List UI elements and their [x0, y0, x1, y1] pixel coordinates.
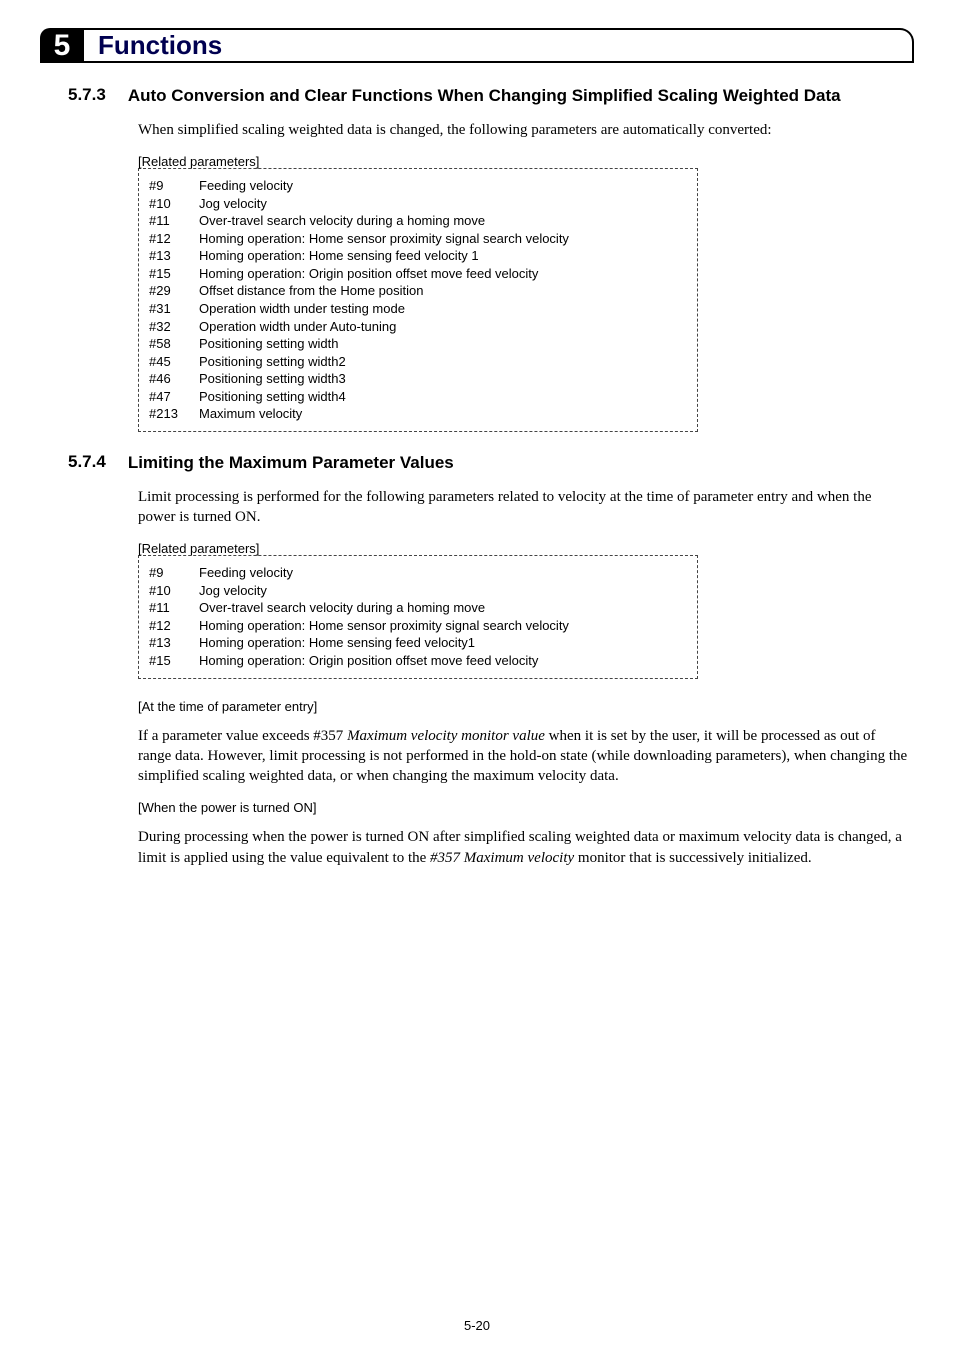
param-id: #58	[149, 335, 199, 353]
section-574-body: Limit processing is performed for the fo…	[138, 487, 908, 528]
param-desc: Feeding velocity	[199, 177, 687, 195]
param-row: #9Feeding velocity	[149, 177, 687, 195]
param-id: #10	[149, 195, 199, 213]
sub1-body: If a parameter value exceeds #357 Maximu…	[138, 726, 908, 787]
sub1-label: [At the time of parameter entry]	[138, 699, 914, 714]
param-desc: Homing operation: Origin position offset…	[199, 652, 687, 670]
param-row: #11Over-travel search velocity during a …	[149, 212, 687, 230]
related-params-label: [Related parameters]	[138, 154, 914, 169]
section-number: 5.7.3	[68, 85, 106, 108]
sub1-body-em: Maximum velocity monitor value	[347, 728, 545, 744]
param-desc: Homing operation: Home sensing feed velo…	[199, 634, 687, 652]
param-row: #45Positioning setting width2	[149, 353, 687, 371]
related-params-label: [Related parameters]	[138, 541, 914, 556]
section-heading-573: 5.7.3 Auto Conversion and Clear Function…	[68, 85, 914, 108]
param-row: #10Jog velocity	[149, 195, 687, 213]
param-id: #31	[149, 300, 199, 318]
param-id: #13	[149, 247, 199, 265]
param-row: #13Homing operation: Home sensing feed v…	[149, 634, 687, 652]
chapter-number-badge: 5	[40, 28, 84, 63]
param-id: #47	[149, 388, 199, 406]
param-id: #10	[149, 582, 199, 600]
param-id: #12	[149, 230, 199, 248]
param-desc: Offset distance from the Home position	[199, 282, 687, 300]
param-row: #11Over-travel search velocity during a …	[149, 599, 687, 617]
param-desc: Positioning setting width4	[199, 388, 687, 406]
param-desc: Homing operation: Origin position offset…	[199, 265, 687, 283]
param-desc: Jog velocity	[199, 195, 687, 213]
param-id: #29	[149, 282, 199, 300]
param-row: #47Positioning setting width4	[149, 388, 687, 406]
param-desc: Homing operation: Home sensing feed velo…	[199, 247, 687, 265]
related-params-box-573: #9Feeding velocity #10Jog velocity #11Ov…	[138, 168, 698, 432]
param-row: #12Homing operation: Home sensor proximi…	[149, 230, 687, 248]
param-desc: Over-travel search velocity during a hom…	[199, 599, 687, 617]
param-row: #46Positioning setting width3	[149, 370, 687, 388]
param-id: #46	[149, 370, 199, 388]
param-id: #9	[149, 177, 199, 195]
param-row: #31Operation width under testing mode	[149, 300, 687, 318]
param-id: #13	[149, 634, 199, 652]
param-id: #9	[149, 564, 199, 582]
page-number: 5-20	[0, 1318, 954, 1333]
sub2-label: [When the power is turned ON]	[138, 800, 914, 815]
param-row: #32Operation width under Auto-tuning	[149, 318, 687, 336]
param-row: #9Feeding velocity	[149, 564, 687, 582]
param-desc: Over-travel search velocity during a hom…	[199, 212, 687, 230]
param-row: #15Homing operation: Origin position off…	[149, 265, 687, 283]
param-desc: Jog velocity	[199, 582, 687, 600]
param-row: #12Homing operation: Home sensor proximi…	[149, 617, 687, 635]
sub2-body-em: #357 Maximum velocity	[430, 850, 574, 866]
sub2-body-after: monitor that is successively initialized…	[574, 850, 811, 866]
related-params-box-574: #9Feeding velocity #10Jog velocity #11Ov…	[138, 555, 698, 678]
section-number: 5.7.4	[68, 452, 106, 475]
chapter-title: Functions	[84, 28, 914, 63]
param-id: #45	[149, 353, 199, 371]
param-id: #15	[149, 652, 199, 670]
param-desc: Operation width under Auto-tuning	[199, 318, 687, 336]
chapter-header: 5 Functions	[40, 28, 914, 63]
param-id: #213	[149, 405, 199, 423]
param-desc: Positioning setting width2	[199, 353, 687, 371]
param-row: #29Offset distance from the Home positio…	[149, 282, 687, 300]
sub1-body-before: If a parameter value exceeds #357	[138, 728, 347, 744]
param-desc: Feeding velocity	[199, 564, 687, 582]
param-desc: Positioning setting width	[199, 335, 687, 353]
param-row: #58Positioning setting width	[149, 335, 687, 353]
param-desc: Homing operation: Home sensor proximity …	[199, 230, 687, 248]
param-id: #11	[149, 599, 199, 617]
param-row: #213Maximum velocity	[149, 405, 687, 423]
param-desc: Operation width under testing mode	[199, 300, 687, 318]
param-id: #32	[149, 318, 199, 336]
section-title: Limiting the Maximum Parameter Values	[128, 452, 454, 475]
param-id: #12	[149, 617, 199, 635]
sub2-body: During processing when the power is turn…	[138, 827, 908, 868]
param-row: #13Homing operation: Home sensing feed v…	[149, 247, 687, 265]
param-desc: Positioning setting width3	[199, 370, 687, 388]
param-desc: Homing operation: Home sensor proximity …	[199, 617, 687, 635]
param-row: #10Jog velocity	[149, 582, 687, 600]
section-heading-574: 5.7.4 Limiting the Maximum Parameter Val…	[68, 452, 914, 475]
section-title: Auto Conversion and Clear Functions When…	[128, 85, 841, 108]
param-desc: Maximum velocity	[199, 405, 687, 423]
section-573-body: When simplified scaling weighted data is…	[138, 120, 908, 140]
param-id: #11	[149, 212, 199, 230]
param-row: #15Homing operation: Origin position off…	[149, 652, 687, 670]
param-id: #15	[149, 265, 199, 283]
